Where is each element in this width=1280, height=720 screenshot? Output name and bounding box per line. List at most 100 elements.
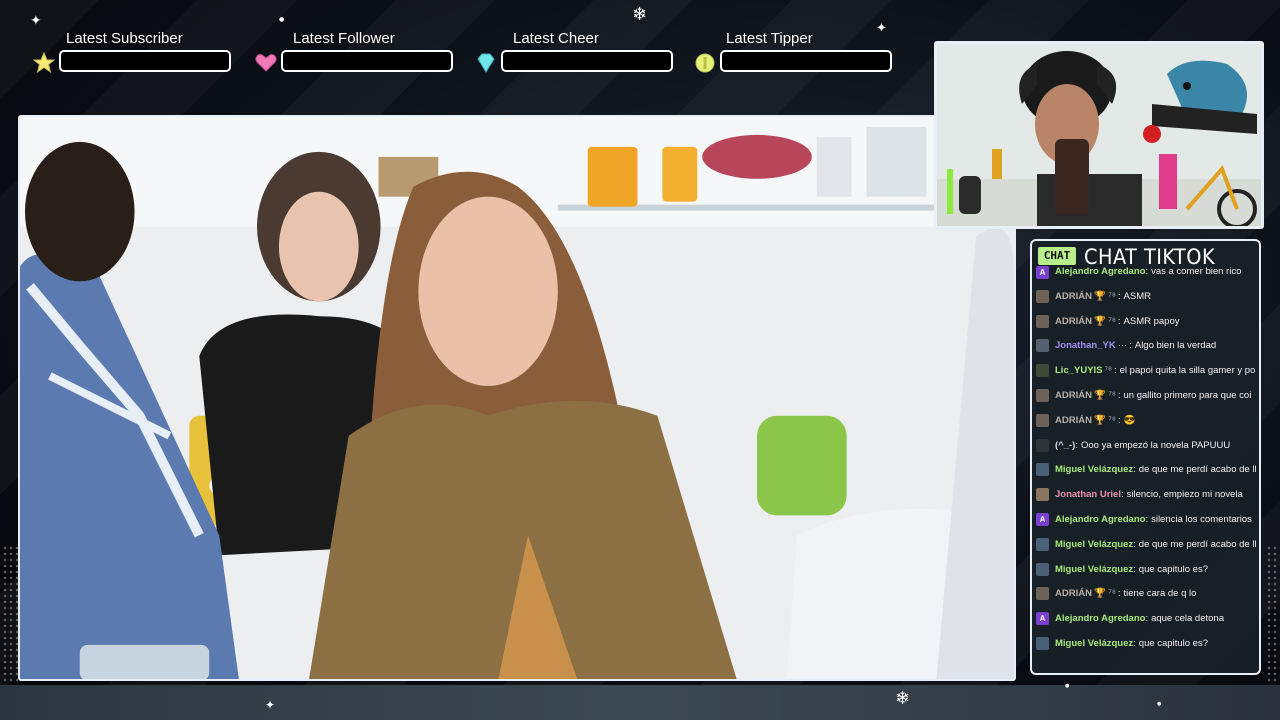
avatar <box>1036 587 1049 601</box>
avatar <box>1036 364 1049 378</box>
chat-panel: CHAT CHAT TIKTOK A Alejandro Agredano: vas… <box>1030 239 1261 675</box>
chat-user-badges: 🏆 ⁷⁸ <box>1093 290 1116 302</box>
main-video-frame <box>18 115 1016 681</box>
webcam-frame <box>934 41 1264 229</box>
chat-message-text: que capitulo es? <box>1138 563 1208 575</box>
chat-message: Jonathan_YK ···: Algo bien la verdad <box>1036 334 1259 359</box>
alert-latest-subscriber: Latest Subscriber <box>33 28 233 74</box>
snowflake-icon: ❄ <box>632 4 648 25</box>
chat-message-text: ASMR papoy <box>1123 315 1180 327</box>
chat-username: Alejandro Agredano <box>1055 266 1146 277</box>
avatar <box>1036 488 1049 502</box>
chat-user-badges: 🏆 ⁷⁸ <box>1093 390 1116 402</box>
chat-username: Miguel Velázquez <box>1055 563 1134 575</box>
chat-separator: : <box>1145 514 1149 526</box>
avatar: A <box>1036 612 1049 626</box>
chat-separator: : <box>1145 266 1149 277</box>
avatar <box>1036 289 1049 303</box>
chat-separator: : <box>1113 365 1117 377</box>
chat-message-list[interactable]: A Alejandro Agredano: vas a comer bien ric… <box>1036 266 1259 656</box>
chat-separator: : <box>1117 588 1121 600</box>
chat-username: ADRIÁN <box>1055 414 1092 426</box>
chat-separator: : <box>1133 563 1136 575</box>
sparkle-icon: ✦ <box>30 13 42 29</box>
chat-username: Miguel Velázquez <box>1055 638 1134 650</box>
video-scene-image <box>20 117 1014 679</box>
sparkle-dot-icon: ● <box>1065 683 1070 689</box>
alert-label: Latest Tipper <box>726 30 813 47</box>
chat-message-text: que capitulo es? <box>1138 638 1208 650</box>
coin-icon <box>695 53 715 73</box>
chat-message-text: 😎 <box>1123 414 1136 426</box>
chat-message-text: silencio, empiezo mi novela <box>1126 489 1243 501</box>
alert-value-box <box>59 50 231 72</box>
chat-username: Miguel Velázquez <box>1055 538 1134 550</box>
chat-username: ADRIÁN <box>1055 588 1092 600</box>
chat-separator: : <box>1133 638 1136 650</box>
chat-message: Miguel Velázquez: de que me perdí acabo d… <box>1036 458 1259 483</box>
avatar: A <box>1036 266 1049 279</box>
chat-user-badges: 🏆 ⁷⁸ <box>1093 315 1116 327</box>
chat-message: Miguel Velázquez: que capitulo es? <box>1036 557 1259 582</box>
alert-label: Latest Cheer <box>513 30 599 47</box>
chat-message-text: de que me perdí acabo de ll <box>1138 538 1257 550</box>
chat-user-badges: 🏆 ⁷⁸ <box>1093 414 1116 426</box>
dot-pattern <box>1266 545 1280 685</box>
chat-badge: CHAT <box>1038 247 1076 265</box>
chat-message: ADRIÁN 🏆 ⁷⁸: un gallito primero para que c… <box>1036 383 1259 408</box>
alert-value-box <box>720 50 892 72</box>
sparkle-dot-icon: ● <box>279 16 285 23</box>
chat-username: ADRIÁN <box>1055 290 1092 302</box>
gem-icon <box>477 53 495 73</box>
alert-label: Latest Subscriber <box>66 30 183 47</box>
chat-user-badges: ··· <box>1117 340 1128 352</box>
chat-message-text: aque cela detona <box>1151 613 1224 625</box>
sparkle-dot-icon: ● <box>1157 701 1162 707</box>
sparkle-icon: ✦ <box>265 698 276 712</box>
alert-latest-tipper: Latest Tipper <box>694 28 894 74</box>
chat-username: Lic_YUYIS <box>1055 365 1103 377</box>
chat-message-text: el papoi quita la silla gamer y po <box>1119 365 1256 377</box>
chat-separator: : <box>1145 613 1149 625</box>
chat-message-text: de que me perdí acabo de ll <box>1138 464 1257 476</box>
chat-username: Jonathan Uriel <box>1055 489 1121 501</box>
chat-username: Alejandro Agredano <box>1055 613 1146 625</box>
chat-message: ADRIÁN 🏆 ⁷⁸: ASMR papoy <box>1036 309 1259 334</box>
star-icon <box>33 52 55 74</box>
chat-message-text: un gallito primero para que coi <box>1123 390 1252 402</box>
chat-username: (^_-) <box>1055 439 1076 451</box>
chat-separator: : <box>1121 489 1124 501</box>
avatar <box>1036 463 1049 477</box>
snowflake-icon: ❄ <box>895 688 911 709</box>
chat-message-text: tiene cara de q lo <box>1123 588 1197 600</box>
chat-message: Lic_YUYIS ⁷⁸: el papoi quita la silla game… <box>1036 358 1259 383</box>
chat-message: A Alejandro Agredano: silencia los comenta… <box>1036 507 1259 532</box>
chat-separator: : <box>1075 439 1078 451</box>
chat-message: Miguel Velázquez: que capitulo es? <box>1036 631 1259 656</box>
chat-separator: : <box>1129 340 1132 352</box>
chat-username: Jonathan_YK <box>1055 340 1116 352</box>
avatar <box>1036 314 1049 328</box>
chat-username: ADRIÁN <box>1055 315 1092 327</box>
avatar <box>1036 537 1049 551</box>
chat-message: Miguel Velázquez: de que me perdí acabo d… <box>1036 532 1259 557</box>
avatar <box>1036 339 1049 353</box>
chat-user-badges: 🏆 ⁷⁸ <box>1093 588 1116 600</box>
chat-message: ADRIÁN 🏆 ⁷⁸: tiene cara de q lo <box>1036 582 1259 607</box>
chat-message-text: Ooo ya empezó la novela PAPUUU <box>1080 439 1231 451</box>
avatar: A <box>1036 513 1049 527</box>
heart-icon <box>255 54 277 72</box>
avatar <box>1036 562 1049 576</box>
chat-username: ADRIÁN <box>1055 390 1092 402</box>
avatar <box>1036 413 1049 427</box>
chat-separator: : <box>1117 315 1121 327</box>
chat-message-text: vas a comer bien rico <box>1151 266 1242 277</box>
chat-separator: : <box>1133 538 1136 550</box>
chat-separator: : <box>1117 290 1121 302</box>
chat-message-text: ASMR <box>1123 290 1151 302</box>
avatar <box>1036 389 1049 403</box>
chat-separator: : <box>1133 464 1136 476</box>
chat-message: A Alejandro Agredano: aque cela detona <box>1036 606 1259 631</box>
alert-latest-follower: Latest Follower <box>255 28 455 74</box>
chat-username: Miguel Velázquez <box>1055 464 1134 476</box>
